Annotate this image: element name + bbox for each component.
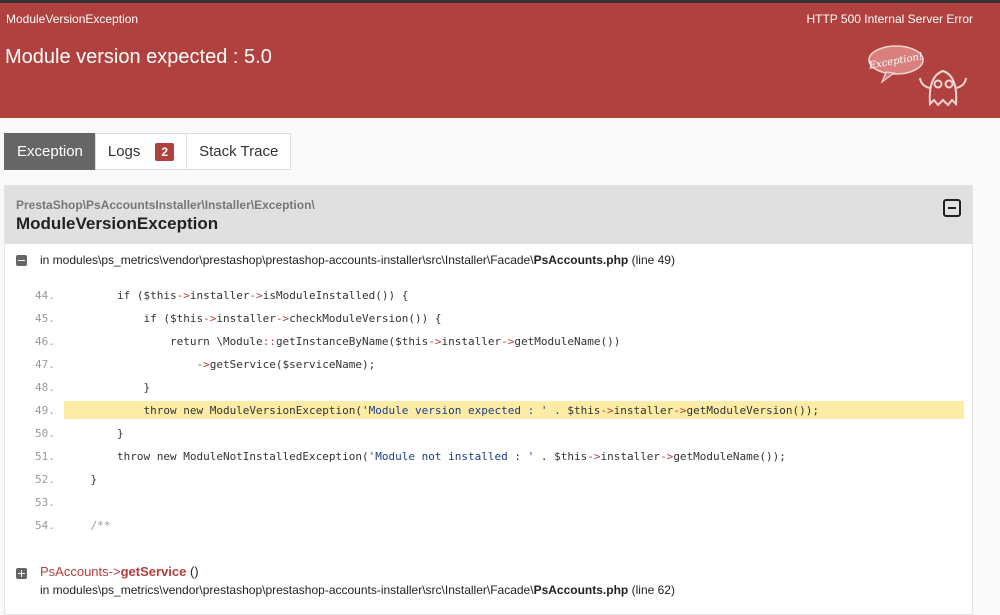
line-number: 44. xyxy=(35,289,55,302)
exception-name: ModuleVersionException xyxy=(16,214,219,233)
line-number: 49. xyxy=(35,404,55,417)
frame-location: in modules\ps_metrics\vendor\prestashop\… xyxy=(40,253,675,267)
line-number: 45. xyxy=(35,312,55,325)
code-text: throw new ModuleVersionException('Module… xyxy=(64,401,964,419)
line-number: 50. xyxy=(35,427,55,440)
exception-panel: PrestaShop\PsAccountsInstaller\Installer… xyxy=(4,185,973,615)
logs-count-badge: 2 xyxy=(155,142,175,161)
next-frame-path: in modules\ps_metrics\vendor\prestashop\… xyxy=(40,583,534,597)
frame-line: (line 49) xyxy=(631,253,675,267)
frame-file: PsAccounts.php xyxy=(533,253,629,267)
line-number: 51. xyxy=(35,450,55,463)
exception-message-bar: Module version expected : 5.0 Exception! xyxy=(0,34,1000,118)
code-line: 49. throw new ModuleVersionException('Mo… xyxy=(5,401,972,419)
code-text: } xyxy=(64,381,151,394)
code-text: if ($this->installer->isModuleInstalled(… xyxy=(64,289,409,302)
collapse-frame-icon[interactable] xyxy=(16,255,27,266)
code-text: return \Module::getInstanceByName($this-… xyxy=(64,335,621,348)
next-frame-file: PsAccounts.php xyxy=(533,583,629,597)
code-text: } xyxy=(64,427,124,440)
code-line: 51. throw new ModuleNotInstalledExceptio… xyxy=(5,447,972,465)
next-frame-line: (line 62) xyxy=(631,583,675,597)
exception-panel-header: PrestaShop\PsAccountsInstaller\Installer… xyxy=(5,186,972,244)
code-line: 48. } xyxy=(5,378,972,396)
frame-path: in modules\ps_metrics\vendor\prestashop\… xyxy=(40,253,534,267)
code-line: 53. xyxy=(5,493,972,511)
exception-class-title: ModuleVersionException xyxy=(6,12,139,26)
line-number: 53. xyxy=(35,496,55,509)
line-number: 54. xyxy=(35,519,55,532)
line-number: 47. xyxy=(35,358,55,371)
line-number: 52. xyxy=(35,473,55,486)
line-number: 48. xyxy=(35,381,55,394)
expand-frame-icon[interactable] xyxy=(16,568,27,579)
tab-stack-trace-label: Stack Trace xyxy=(199,143,279,160)
code-line: 44. if ($this->installer->isModuleInstal… xyxy=(5,286,972,304)
code-text: throw new ModuleNotInstalledException('M… xyxy=(64,450,786,463)
tab-logs[interactable]: Logs 2 xyxy=(94,133,188,170)
next-frame-signature[interactable]: PsAccounts->getService () xyxy=(40,564,199,579)
code-line: 50. } xyxy=(5,424,972,442)
exception-message: Module version expected : 5.0 xyxy=(5,46,272,68)
tab-stack-trace[interactable]: Stack Trace xyxy=(186,133,292,170)
next-frame-class: PsAccounts xyxy=(40,564,109,579)
code-line: 45. if ($this->installer->checkModuleVer… xyxy=(5,309,972,327)
next-frame-args: () xyxy=(189,564,199,579)
tab-exception-label: Exception xyxy=(17,143,83,160)
code-line: 52. } xyxy=(5,470,972,488)
code-text: } xyxy=(64,473,98,486)
collapse-toggle-button[interactable] xyxy=(943,199,961,217)
http-status: HTTP 500 Internal Server Error xyxy=(806,12,973,26)
code-text: if ($this->installer->checkModuleVersion… xyxy=(64,312,442,325)
tab-bar: Exception Logs 2 Stack Trace xyxy=(4,133,292,170)
exception-namespace: PrestaShop\PsAccountsInstaller\Installer… xyxy=(16,198,315,212)
code-line: 54. /** xyxy=(5,516,972,534)
code-line: 47. ->getService($serviceName); xyxy=(5,355,972,373)
next-frame-arrow: -> xyxy=(108,564,121,579)
line-number: 46. xyxy=(35,335,55,348)
code-text: ->getService($serviceName); xyxy=(196,358,376,371)
code-line: 46. return \Module::getInstanceByName($t… xyxy=(5,332,972,350)
tab-exception[interactable]: Exception xyxy=(4,133,96,170)
next-frame-location: in modules\ps_metrics\vendor\prestashop\… xyxy=(40,583,675,597)
exception-header-bar: ModuleVersionException HTTP 500 Internal… xyxy=(0,3,1000,34)
next-frame-method: getService xyxy=(120,564,187,579)
exception-ghost-icon: Exception! xyxy=(867,45,967,107)
tab-logs-label: Logs xyxy=(107,143,141,160)
code-text: /** xyxy=(64,519,111,532)
